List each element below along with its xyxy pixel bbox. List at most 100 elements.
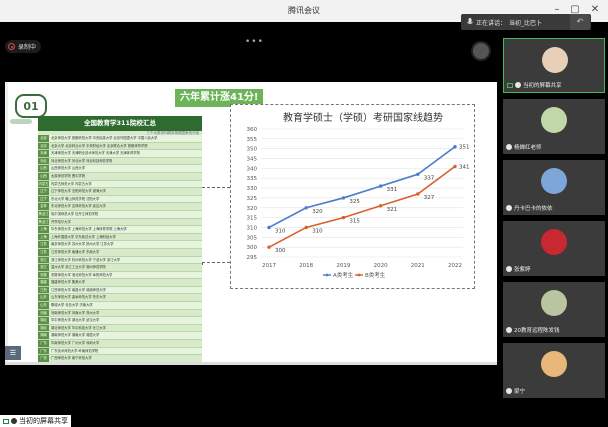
participant-tile[interactable]: 杨婵红老师 (503, 99, 605, 154)
slide-menu-icon[interactable]: ☰ (5, 346, 21, 360)
trend-chart: 295 300 305 310 315 320 325 330 335 340 345 350 355 3… (230, 104, 475, 289)
y-tick-label: 295 (247, 255, 258, 261)
table-schools: 广西师范大学 南宁师范大学 (51, 356, 92, 361)
data-label: 341 (459, 164, 470, 170)
data-point (304, 206, 308, 210)
data-point (453, 145, 457, 149)
x-tick-label: 2018 (299, 263, 313, 269)
leaf-decoration (10, 119, 32, 124)
table-schools: 哈尔滨师范大学 牡丹江师范学院 (51, 211, 99, 216)
table-schools: 安徽师范大学 淮北师范大学 阜阳师范大学 (51, 272, 113, 277)
table-schools: 华中师范大学 湖北大学 武汉大学 (51, 318, 100, 323)
table-schools: 河南师范大学 河南大学 郑州大学 (51, 310, 100, 315)
participant-tile[interactable]: 20教育远程陈发钱 (503, 282, 605, 337)
recording-label: 录制中 (18, 44, 37, 51)
x-tick-label: 2022 (448, 263, 462, 269)
table-schools: 东北师范大学 吉林师范大学 延边大学 (51, 204, 106, 209)
legend-label: B类考生 (365, 271, 386, 279)
table-row: 浙江 浙江师范大学 杭州师范大学 宁波大学 浙江大学 (38, 256, 202, 265)
table-row: 浙江 温州大学 浙江工业大学 湖州师范学院 (38, 264, 202, 272)
participant-tile[interactable]: 丹卡巴卡的依依 (503, 160, 605, 215)
table-row: 辽宁 辽宁师范大学 沈阳师范大学 渤海大学 (38, 188, 202, 196)
table-row: 广东 华南师范大学 广州大学 深圳大学 (38, 340, 202, 348)
y-tick-label: 320 (247, 206, 258, 212)
table-region: 河北 (38, 157, 49, 165)
x-tick-label: 2019 (336, 263, 350, 269)
table-region: 天津 (38, 150, 49, 157)
mic-icon (506, 266, 512, 272)
y-tick-label: 330 (247, 186, 258, 192)
table-region: 山东 (38, 294, 49, 302)
connector-line (202, 187, 230, 188)
participant-name: 丹卡巴卡的依依 (514, 206, 553, 212)
table-row: 山东 山东师范大学 曲阜师范大学 鲁东大学 (38, 294, 202, 303)
table-row: 湖北 湖北师范大学 华中科技大学 长江大学 (38, 324, 202, 333)
more-options-icon[interactable]: ••• (245, 37, 264, 47)
table-row: 河北 河北师范大学 河北大学 河北科技师范学院 (38, 157, 202, 166)
table-schools: 福建师范大学 集美大学 (51, 280, 86, 285)
table-region: 广西 (38, 355, 49, 362)
table-region: 安徽 (38, 271, 49, 279)
participant-name-row: 张紫婷 (506, 265, 603, 273)
table-region: 辽宁 (38, 195, 49, 203)
table-region: 上海 (38, 226, 49, 233)
table-schools: 聊城大学 青岛大学 济南大学 (51, 303, 93, 308)
data-point (267, 245, 271, 249)
table-row: 广西 广西师范大学 南宁师范大学 (38, 355, 202, 362)
speaking-label: 正在讲话： (476, 19, 507, 27)
table-schools: 湖北师范大学 华中科技大学 长江大学 (51, 325, 106, 330)
data-label: 310 (312, 228, 323, 234)
table-row: 黑龙江 哈尔滨师范大学 牡丹江师范学院 (38, 210, 202, 219)
data-point (267, 225, 271, 230)
table-schools: 东北大学 鞍山师范学院 沈阳大学 (51, 196, 100, 201)
legend-label: A类考生 (333, 271, 354, 279)
avatar (541, 229, 567, 255)
table-row: 上海 华东师范大学 上海师范大学 上海体育学院 上海大学 (38, 226, 202, 234)
slide-scrollbar[interactable] (5, 362, 497, 365)
table-title: 全国教育学311院校汇总 (38, 116, 202, 131)
table-row: 山西 山西师范大学 山西大学 (38, 165, 202, 173)
recording-indicator[interactable]: 录制中 (5, 40, 42, 53)
table-row: 吉林 东北师范大学 吉林师范大学 延边大学 (38, 203, 202, 211)
table-region: 浙江 (38, 256, 49, 264)
y-tick-label: 315 (247, 216, 258, 222)
participant-tile[interactable]: 当初的屏幕共享 (503, 38, 605, 93)
table-schools: 湖南师范大学 湖南大学 湘潭大学 (51, 333, 100, 338)
self-camera-thumb[interactable] (471, 41, 491, 61)
data-label: 300 (275, 248, 286, 254)
table-region: 北京 (38, 135, 49, 142)
mic-icon (506, 144, 512, 150)
y-tick-label: 310 (247, 225, 258, 231)
participant-tile[interactable]: 张紫婷 (503, 221, 605, 276)
participant-name-row: 20教育远程陈发钱 (506, 326, 603, 334)
table-region: 山西 (38, 165, 49, 172)
school-table: 全国教育学311院校汇总 三个大类排列顺序按照国家线分组 北京 北京师范大学 首都… (38, 116, 202, 362)
table-schools: 上海外国语大学 华东政法大学 上海财经大学 (51, 234, 116, 239)
table-schools: 华东师范大学 上海师范大学 上海体育学院 上海大学 (51, 227, 127, 232)
table-body: 北京 北京师范大学 首都师范大学 中央民族大学 北京外国语大学 中国人民大学 北京北… (38, 135, 202, 362)
table-row: 黑龙江 齐齐哈尔大学 (38, 218, 202, 227)
chart-title: 教育学硕士（学硕）考研国家线趋势 (283, 113, 443, 124)
y-tick-label: 350 (247, 147, 258, 153)
table-row: 山东 聊城大学 青岛大学 济南大学 (38, 302, 202, 310)
avatar (541, 107, 567, 133)
shared-slide: 01 六年累计涨41分! 全国教育学311院校汇总 三个大类排列顺序按照国家线分… (5, 82, 497, 362)
data-label: 351 (459, 145, 470, 151)
table-region: 广东 (38, 340, 49, 347)
table-row: 江苏 南京师范大学 苏州大学 扬州大学 江苏大学 (38, 241, 202, 249)
return-arrow-icon[interactable]: ↶ (570, 14, 590, 30)
table-region: 上海 (38, 233, 49, 241)
mic-icon (506, 327, 512, 333)
table-row: 山西 太原师范学院 晋中学院 (38, 172, 202, 181)
x-tick-label: 2017 (262, 263, 276, 269)
table-schools: 江西师范大学 南昌大学 赣南师范大学 (51, 287, 106, 292)
participant-tile[interactable]: 梁宁 (503, 343, 605, 398)
participant-name-row: 杨婵红老师 (506, 143, 603, 151)
screen-share-icon (507, 82, 513, 88)
table-row: 北京 北京大学 北京林业大学 中央财经大学 北京联合大学 首都体育学院 (38, 142, 202, 151)
mic-icon (515, 82, 521, 88)
record-icon (8, 43, 15, 50)
participant-name: 当初的屏幕共享 (523, 83, 562, 89)
table-region: 黑龙江 (38, 218, 49, 226)
share-status-label: 当初的屏幕共享 (19, 417, 68, 425)
